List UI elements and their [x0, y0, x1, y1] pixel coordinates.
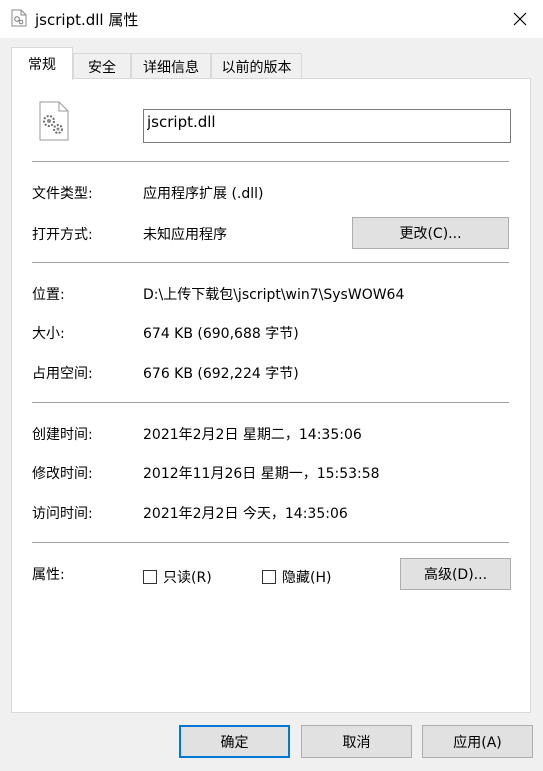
readonly-label: 只读(R) — [163, 570, 212, 586]
tab-label: 详细信息 — [143, 59, 199, 76]
close-button[interactable] — [497, 0, 543, 38]
separator — [32, 402, 509, 403]
file-name-input[interactable] — [143, 109, 511, 143]
apply-button-label: 应用(A) — [453, 734, 502, 751]
open-with-value: 未知应用程序 — [143, 227, 227, 243]
hidden-checkbox-box[interactable] — [262, 570, 276, 584]
location-label: 位置: — [32, 287, 65, 303]
size-label: 大小: — [32, 326, 65, 342]
readonly-checkbox-box[interactable] — [143, 570, 157, 584]
hidden-label: 隐藏(H) — [282, 570, 332, 586]
file-type-label: 文件类型: — [32, 186, 93, 202]
modified-value: 2012年11月26日 星期一，15:53:58 — [143, 466, 380, 482]
tab-security[interactable]: 安全 — [73, 53, 131, 79]
tab-label: 安全 — [88, 59, 116, 76]
open-with-label: 打开方式: — [32, 227, 93, 243]
general-panel: 文件类型: 应用程序扩展 (.dll) 打开方式: 未知应用程序 更改(C)..… — [11, 78, 531, 713]
location-value: D:\上传下载包\jscript\win7\SysWOW64 — [143, 287, 405, 303]
advanced-button-label: 高级(D)... — [423, 567, 488, 583]
ok-button-label: 确定 — [220, 734, 249, 751]
tab-label: 以前的版本 — [221, 59, 292, 76]
cancel-button-label: 取消 — [342, 734, 371, 751]
tab-label: 常规 — [28, 57, 56, 73]
separator — [32, 262, 509, 263]
hidden-checkbox[interactable]: 隐藏(H) — [262, 567, 331, 587]
separator — [32, 161, 509, 162]
tab-strip: 常规 安全 详细信息 以前的版本 — [11, 47, 531, 80]
apply-button[interactable]: 应用(A) — [422, 725, 533, 758]
tab-previous-versions[interactable]: 以前的版本 — [211, 53, 302, 79]
tab-details[interactable]: 详细信息 — [131, 53, 211, 79]
file-type-value: 应用程序扩展 (.dll) — [143, 186, 264, 202]
dll-file-icon — [39, 101, 69, 141]
created-value: 2021年2月2日 星期二，14:35:06 — [143, 427, 362, 443]
separator — [32, 542, 509, 543]
title-bar: jscript.dll 属性 — [0, 0, 543, 38]
ok-button[interactable]: 确定 — [179, 725, 290, 758]
created-label: 创建时间: — [32, 427, 93, 443]
dll-file-icon — [11, 9, 27, 27]
cancel-button[interactable]: 取消 — [301, 725, 412, 758]
disk-size-label: 占用空间: — [32, 366, 93, 382]
disk-size-value: 676 KB (692,224 字节) — [143, 366, 299, 382]
close-icon — [513, 12, 527, 26]
window-title: jscript.dll 属性 — [35, 11, 139, 29]
change-button[interactable]: 更改(C)... — [352, 217, 509, 249]
size-value: 674 KB (690,688 字节) — [143, 326, 299, 342]
attributes-label: 属性: — [32, 567, 65, 583]
modified-label: 修改时间: — [32, 466, 93, 482]
change-button-label: 更改(C)... — [399, 226, 462, 242]
advanced-button[interactable]: 高级(D)... — [400, 558, 511, 590]
readonly-checkbox[interactable]: 只读(R) — [143, 567, 212, 587]
accessed-value: 2021年2月2日 今天，14:35:06 — [143, 506, 348, 522]
accessed-label: 访问时间: — [32, 506, 93, 522]
tab-general[interactable]: 常规 — [11, 47, 73, 80]
